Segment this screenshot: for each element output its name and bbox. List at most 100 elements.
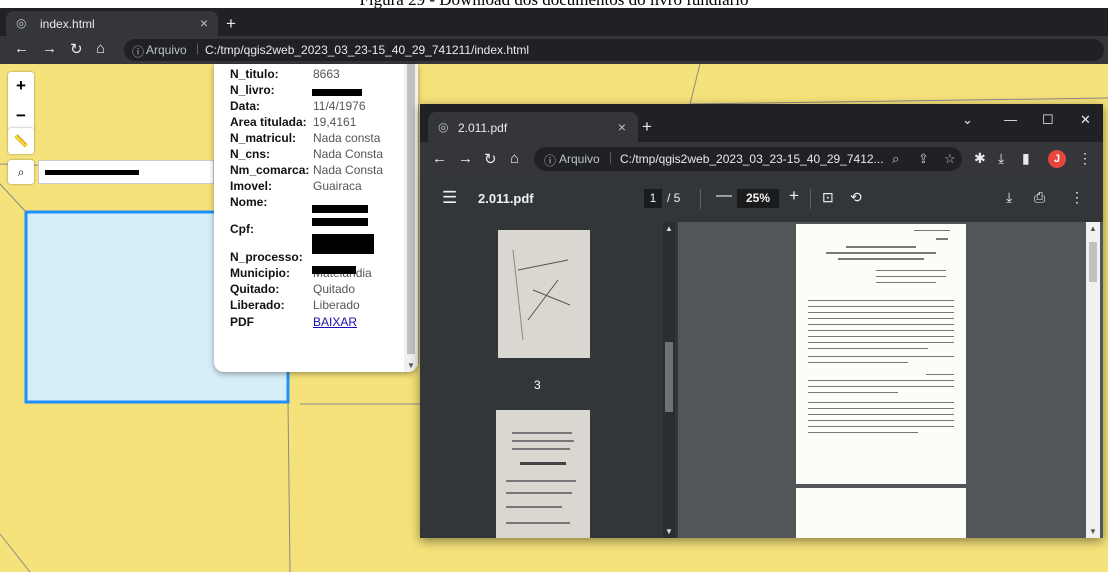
popup-scroll-thumb[interactable] bbox=[407, 64, 415, 354]
scroll-down-icon[interactable]: ▼ bbox=[665, 527, 673, 536]
pdf-document-view[interactable]: ▲ ▼ bbox=[678, 222, 1103, 538]
new-tab-icon[interactable]: + bbox=[226, 14, 236, 34]
pdf-file-name: 2.011.pdf bbox=[478, 191, 534, 206]
popup-scrollbar[interactable]: ▼ bbox=[404, 64, 418, 372]
popup-field-value: Guairaca bbox=[313, 179, 362, 193]
forward-icon[interactable]: → bbox=[42, 40, 57, 57]
page-total: / 5 bbox=[667, 191, 681, 205]
scroll-up-icon[interactable]: ▲ bbox=[1089, 224, 1097, 233]
globe-icon: ◎ bbox=[16, 16, 27, 30]
zoom-in-button[interactable]: + bbox=[8, 72, 34, 102]
popup-field-value: Nada consta bbox=[313, 131, 381, 145]
popup-row: N_processo: bbox=[230, 249, 303, 265]
zoom-out-button[interactable]: — bbox=[716, 187, 732, 205]
parcel-boundary bbox=[0, 533, 31, 572]
print-icon[interactable]: ⎙ bbox=[1034, 189, 1045, 206]
page-thumbnail[interactable] bbox=[498, 230, 590, 358]
pdf-tab-strip: ◎ 2.011.pdf × + ⌄ — ☐ ✕ bbox=[420, 104, 1103, 142]
tab-search-icon[interactable]: ⌄ bbox=[962, 112, 973, 128]
toolbar-divider bbox=[700, 189, 701, 209]
maximize-icon[interactable]: ☐ bbox=[1042, 112, 1054, 128]
popup-field-label: Imovel: bbox=[230, 179, 273, 193]
popup-row: Nm_comarca: Nada Consta bbox=[230, 162, 383, 178]
redaction-bar bbox=[312, 205, 368, 213]
binoculars-icon[interactable]: ⌕ bbox=[8, 160, 34, 184]
popup-field-label: Nome: bbox=[230, 195, 268, 209]
pdf-tab[interactable]: ◎ 2.011.pdf × bbox=[428, 112, 638, 142]
map-search-input[interactable] bbox=[38, 160, 214, 184]
more-menu-icon[interactable]: ⋮ bbox=[1070, 189, 1084, 206]
zoom-in-button[interactable]: + bbox=[789, 186, 799, 206]
text-line bbox=[808, 348, 928, 349]
zoom-magnifier-icon[interactable]: ⌕ bbox=[892, 151, 899, 167]
pdf-page bbox=[796, 488, 966, 538]
parcel-boundary bbox=[287, 401, 291, 572]
address-security-label: Arquivo bbox=[146, 43, 187, 57]
pdf-viewer-toolbar: ☰ 2.011.pdf 1 / 5 — 25% + ⊡ ⟲ ⤓ ⎙ ⋮ bbox=[420, 176, 1103, 222]
close-icon[interactable]: × bbox=[618, 119, 626, 135]
extensions-icon[interactable]: ✱ bbox=[974, 150, 986, 167]
window-close-icon[interactable]: ✕ bbox=[1080, 112, 1091, 128]
text-line bbox=[808, 306, 954, 307]
popup-row: PDF BAIXAR bbox=[230, 314, 357, 330]
parcel-boundary bbox=[0, 183, 27, 213]
home-icon[interactable]: ⌂ bbox=[96, 40, 105, 57]
text-line bbox=[512, 432, 572, 434]
back-icon[interactable]: ← bbox=[14, 40, 29, 57]
scroll-down-icon[interactable]: ▼ bbox=[1089, 527, 1097, 536]
page-number-input[interactable]: 1 bbox=[644, 189, 662, 208]
address-separator: | bbox=[196, 41, 200, 55]
text-line bbox=[808, 408, 954, 409]
side-panel-icon[interactable]: ▮ bbox=[1022, 150, 1030, 167]
popup-row: N_cns: Nada Consta bbox=[230, 146, 383, 162]
reload-icon[interactable]: ↻ bbox=[70, 40, 83, 58]
text-line bbox=[506, 506, 562, 508]
reload-icon[interactable]: ↻ bbox=[484, 150, 497, 168]
text-line bbox=[808, 330, 954, 331]
fit-page-icon[interactable]: ⊡ bbox=[822, 189, 834, 206]
pdf-toolbar: ← → ↻ ⌂ ⓘ Arquivo | C:/tmp/qgis2web_2023… bbox=[420, 142, 1103, 176]
home-icon[interactable]: ⌂ bbox=[510, 150, 519, 167]
download-icon[interactable]: ⤓ bbox=[998, 150, 1004, 167]
text-line bbox=[846, 246, 916, 248]
rotate-icon[interactable]: ⟲ bbox=[850, 189, 862, 206]
scroll-up-icon[interactable]: ▲ bbox=[665, 224, 673, 233]
address-url: C:/tmp/qgis2web_2023_03_23-15_40_29_7412… bbox=[205, 43, 530, 57]
main-tab-strip: ◎ index.html × + bbox=[0, 8, 1108, 36]
text-line bbox=[808, 300, 954, 301]
download-icon[interactable]: ⤓ bbox=[1006, 189, 1012, 206]
close-icon[interactable]: × bbox=[200, 15, 208, 31]
measure-ruler-icon[interactable]: 📏 bbox=[8, 128, 34, 154]
forward-icon[interactable]: → bbox=[458, 150, 473, 167]
text-line bbox=[838, 258, 924, 260]
minimize-icon[interactable]: — bbox=[1004, 112, 1017, 127]
zoom-level-input[interactable]: 25% bbox=[737, 189, 779, 208]
text-line bbox=[808, 392, 898, 393]
main-tab[interactable]: ◎ index.html × bbox=[6, 11, 218, 36]
text-line bbox=[512, 440, 574, 442]
back-icon[interactable]: ← bbox=[432, 150, 447, 167]
page-thumbnail[interactable] bbox=[496, 410, 590, 538]
bookmark-star-icon[interactable]: ☆ bbox=[944, 151, 956, 167]
pdf-download-link[interactable]: BAIXAR bbox=[313, 314, 357, 330]
parcel-boundary bbox=[689, 64, 1108, 105]
document-scrollbar[interactable]: ▲ ▼ bbox=[1086, 222, 1100, 538]
avatar[interactable]: J bbox=[1048, 150, 1066, 168]
pdf-address-bar[interactable]: ⓘ Arquivo | C:/tmp/qgis2web_2023_03_23-1… bbox=[534, 147, 962, 171]
new-tab-icon[interactable]: + bbox=[642, 117, 652, 137]
sidebar-menu-icon[interactable]: ☰ bbox=[442, 188, 457, 208]
popup-field-value: 8663 bbox=[313, 67, 340, 81]
address-bar[interactable]: ⓘ Arquivo | C:/tmp/qgis2web_2023_03_23-1… bbox=[124, 39, 1104, 61]
more-menu-icon[interactable]: ⋮ bbox=[1078, 150, 1092, 167]
thumbnail-scroll-thumb[interactable] bbox=[665, 342, 673, 412]
text-line bbox=[808, 414, 954, 415]
popup-field-label: Data: bbox=[230, 99, 261, 113]
text-line bbox=[914, 230, 950, 231]
redaction-bar bbox=[312, 89, 362, 96]
scroll-down-icon[interactable]: ▼ bbox=[407, 361, 415, 370]
document-scroll-thumb[interactable] bbox=[1089, 242, 1097, 282]
popup-row: N_titulo: 8663 bbox=[230, 66, 340, 82]
pdf-address-url: C:/tmp/qgis2web_2023_03_23-15_40_29_7412… bbox=[620, 152, 884, 166]
thumbnail-scrollbar[interactable]: ▲ ▼ bbox=[663, 222, 675, 538]
share-icon[interactable]: ⇪ bbox=[918, 151, 929, 167]
